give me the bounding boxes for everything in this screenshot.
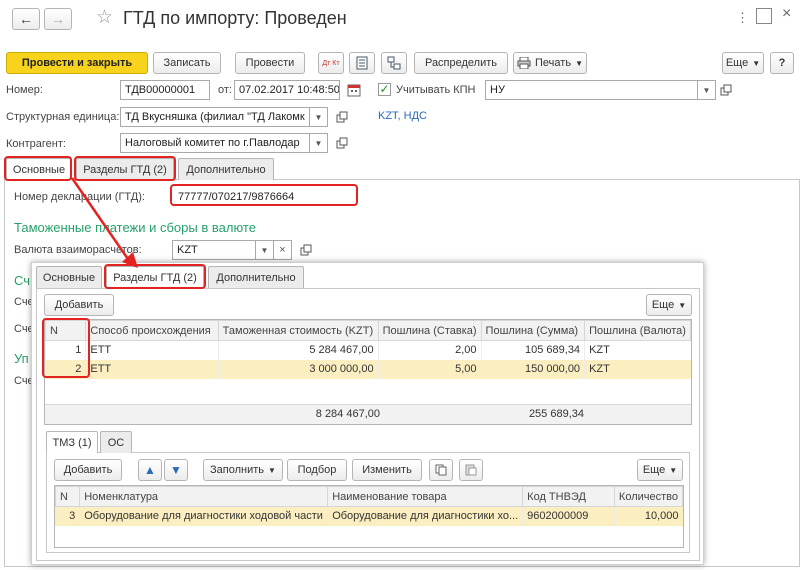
callout-arrow bbox=[70, 177, 138, 268]
